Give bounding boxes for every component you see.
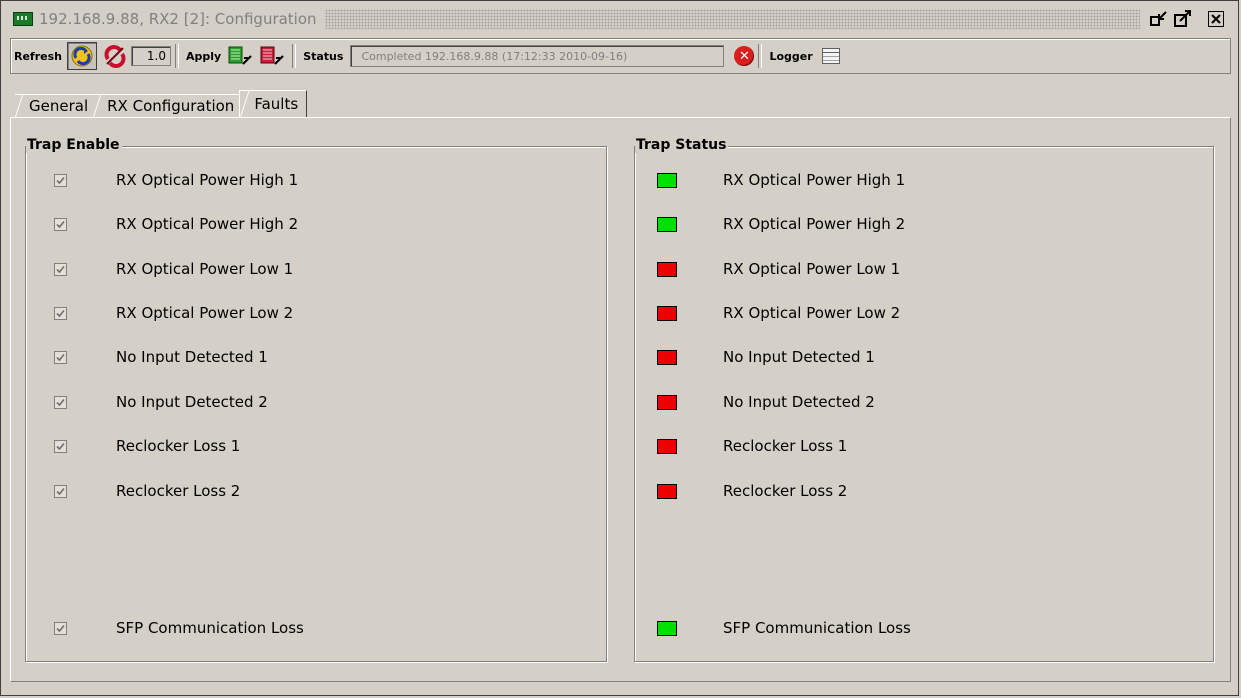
stop-refresh-icon (104, 45, 126, 68)
trap-status-label: Reclocker Loss 2 (723, 482, 848, 500)
tab-faults[interactable]: Faults (239, 90, 308, 117)
trap-enable-group: Trap Enable RX Optical Power High 1 RX Op… (25, 137, 607, 662)
trap-enable-label: RX Optical Power Low 1 (116, 260, 294, 278)
auto-refresh-icon (71, 45, 93, 67)
toolbar-separator (292, 44, 297, 68)
maximize-window-icon[interactable] (1174, 10, 1192, 28)
trap-status-row: No Input Detected 2 (635, 393, 1213, 413)
status-indicator-reclocker-loss-1 (657, 439, 677, 454)
trap-enable-label: SFP Communication Loss (116, 619, 304, 637)
trap-enable-checkbox-rx-optical-power-high-1[interactable] (54, 174, 67, 187)
status-indicator-sfp-communication-loss (657, 621, 677, 636)
trap-enable-label: RX Optical Power High 1 (116, 171, 299, 189)
apply-green-button[interactable] (226, 43, 254, 69)
trap-status-label: No Input Detected 1 (723, 348, 875, 366)
trap-enable-checkbox-no-input-detected-1[interactable] (54, 351, 67, 364)
apply-device-green-icon (228, 46, 252, 65)
trap-enable-checkbox-rx-optical-power-high-2[interactable] (54, 218, 67, 231)
trap-status-label: RX Optical Power Low 1 (723, 260, 901, 278)
apply-label: Apply (185, 49, 222, 63)
trap-status-label: No Input Detected 2 (723, 393, 875, 411)
trap-status-row: RX Optical Power Low 2 (635, 304, 1213, 324)
refresh-label: Refresh (14, 49, 62, 63)
trap-status-row: SFP Communication Loss (635, 619, 1213, 639)
window-title: 192.168.9.88, RX2 [2]: Configuration (39, 10, 317, 28)
title-bar[interactable]: 192.168.9.88, RX2 [2]: Configuration (5, 5, 1236, 33)
trap-enable-title: Trap Enable (26, 137, 122, 153)
logger-icon[interactable] (821, 48, 840, 64)
status-field: Completed 192.168.9.88 (17:12:33 2010-09… (350, 45, 725, 67)
trap-enable-label: No Input Detected 2 (116, 393, 268, 411)
trap-enable-row: RX Optical Power Low 1 (26, 260, 606, 280)
close-window-icon[interactable] (1208, 11, 1224, 27)
trap-enable-checkbox-sfp-communication-loss[interactable] (54, 622, 67, 635)
trap-enable-row: RX Optical Power Low 2 (26, 304, 606, 324)
status-indicator-rx-optical-power-low-1 (657, 262, 677, 277)
checkmark-icon (56, 398, 65, 407)
trap-status-label: Reclocker Loss 1 (723, 437, 848, 455)
trap-status-group: Trap Status RX Optical Power High 1 RX Op… (634, 137, 1214, 662)
trap-enable-label: Reclocker Loss 2 (116, 482, 241, 500)
trap-status-row: RX Optical Power High 1 (635, 171, 1213, 191)
trap-enable-checkbox-reclocker-loss-1[interactable] (54, 440, 67, 453)
tab-general[interactable]: General (15, 94, 98, 117)
checkmark-icon (56, 220, 65, 229)
refresh-interval-input[interactable]: 1.0 (130, 46, 171, 66)
trap-status-label: RX Optical Power High 1 (723, 171, 906, 189)
trap-status-row: RX Optical Power High 2 (635, 215, 1213, 235)
auto-refresh-button[interactable] (66, 42, 97, 70)
trap-enable-checkbox-no-input-detected-2[interactable] (54, 396, 67, 409)
tab-rx-configuration[interactable]: RX Configuration (93, 94, 244, 117)
trap-enable-row: SFP Communication Loss (26, 619, 606, 639)
device-board-icon (13, 12, 33, 26)
configuration-window: 192.168.9.88, RX2 [2]: Configuration Ref… (0, 0, 1239, 696)
checkmark-icon (56, 265, 65, 274)
status-indicator-rx-optical-power-low-2 (657, 306, 677, 321)
trap-enable-row: No Input Detected 1 (26, 348, 606, 368)
restore-window-icon[interactable] (1150, 10, 1168, 28)
trap-status-title: Trap Status (635, 137, 729, 153)
trap-enable-label: RX Optical Power Low 2 (116, 304, 294, 322)
trap-enable-checkbox-rx-optical-power-low-2[interactable] (54, 307, 67, 320)
toolbar-separator (174, 44, 179, 68)
trap-enable-label: Reclocker Loss 1 (116, 437, 241, 455)
trap-enable-label: No Input Detected 1 (116, 348, 268, 366)
toolbar-separator (758, 44, 763, 68)
trap-enable-row: Reclocker Loss 2 (26, 482, 606, 502)
trap-status-row: Reclocker Loss 2 (635, 482, 1213, 502)
trap-enable-row: RX Optical Power High 2 (26, 215, 606, 235)
trap-status-row: No Input Detected 1 (635, 348, 1213, 368)
checkmark-icon (56, 353, 65, 362)
checkmark-icon (56, 487, 65, 496)
apply-device-red-icon (260, 46, 284, 65)
title-bar-grip (324, 9, 1140, 29)
trap-enable-label: RX Optical Power High 2 (116, 215, 299, 233)
checkmark-icon (56, 176, 65, 185)
checkmark-icon (56, 309, 65, 318)
trap-enable-checkbox-reclocker-loss-2[interactable] (54, 485, 67, 498)
stop-refresh-button[interactable] (101, 43, 129, 69)
checkmark-icon (56, 624, 65, 633)
trap-enable-row: Reclocker Loss 1 (26, 437, 606, 457)
tab-bar: General RX Configuration Faults (15, 90, 308, 117)
error-icon[interactable]: ✕ (734, 46, 755, 66)
trap-status-label: RX Optical Power Low 2 (723, 304, 901, 322)
trap-status-row: Reclocker Loss 1 (635, 437, 1213, 457)
trap-enable-row: No Input Detected 2 (26, 393, 606, 413)
apply-red-button[interactable] (258, 43, 286, 69)
logger-label: Logger (769, 49, 813, 63)
trap-status-label: RX Optical Power High 2 (723, 215, 906, 233)
checkmark-icon (56, 442, 65, 451)
status-indicator-no-input-detected-2 (657, 395, 677, 410)
trap-enable-checkbox-rx-optical-power-low-1[interactable] (54, 263, 67, 276)
trap-status-row: RX Optical Power Low 1 (635, 260, 1213, 280)
toolbar: Refresh 1.0 Apply Status Completed 192.1… (10, 38, 1231, 74)
status-label: Status (303, 49, 344, 63)
status-indicator-reclocker-loss-2 (657, 484, 677, 499)
trap-enable-row: RX Optical Power High 1 (26, 171, 606, 191)
status-indicator-rx-optical-power-high-2 (657, 217, 677, 232)
trap-status-label: SFP Communication Loss (723, 619, 911, 637)
status-indicator-rx-optical-power-high-1 (657, 173, 677, 188)
status-indicator-no-input-detected-1 (657, 350, 677, 365)
